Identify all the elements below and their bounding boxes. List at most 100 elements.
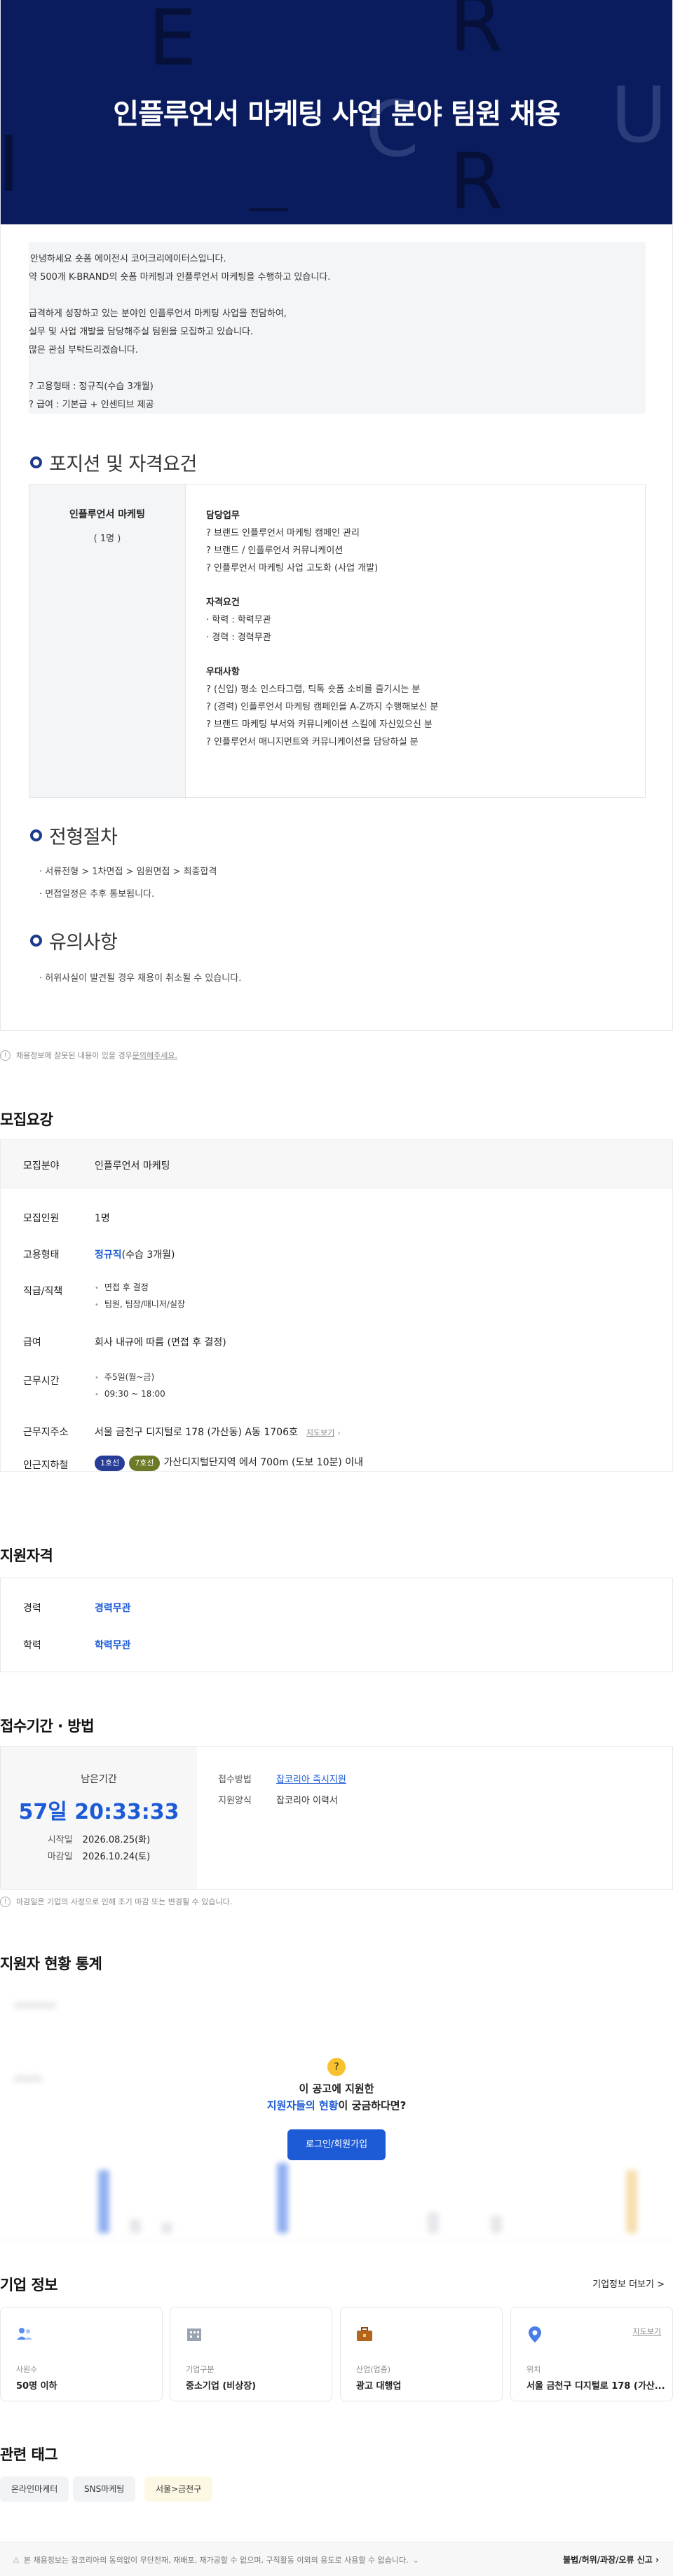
intro-line (29, 360, 646, 378)
login-signup-button[interactable]: 로그인/회원가입 (287, 2129, 386, 2160)
intro-line: 안녕하세요 숏폼 에이전시 코어크리에이터스입니다. (30, 254, 226, 264)
row-value: 인플루언서 마케팅 (95, 1160, 170, 1172)
pref-item: ? 브랜드 마케팅 부서와 커뮤니케이션 스킬에 자신있으신 분 (206, 719, 433, 730)
recruit-detail-table: 모집인원 1명 고용형태 정규직(수습 3개월) 직급/직책 면접 후 결정 팀… (0, 1188, 673, 1472)
apply-method-link[interactable]: 잡코리아 즉시지원 (276, 1772, 346, 1785)
row-label: 모집인원 (23, 1213, 60, 1224)
stats-title: 지원자 현황 통계 (0, 1955, 102, 1972)
chevron-down-icon[interactable]: ⌄ (413, 2556, 419, 2565)
location-pin-icon (529, 2326, 541, 2343)
employment-type-value: 정규직(수습 3개월) (95, 1249, 175, 1261)
chevron-right-icon: › (337, 1428, 341, 1437)
briefcase-icon (357, 2327, 372, 2341)
circle-bullet-icon (30, 456, 42, 468)
company-card-employees: 사원수 50명 이하 (0, 2307, 163, 2401)
recruit-field-row: 모집분야 인플루언서 마케팅 (0, 1139, 673, 1188)
pref-item: ? 인플루언서 매니지먼트와 커뮤니케이션을 담당하실 분 (206, 737, 419, 747)
map-link[interactable]: 지도보기 (306, 1428, 334, 1437)
chevron-right-icon: › (655, 2555, 659, 2565)
row-label: 근무시간 (23, 1376, 60, 1387)
company-card-industry: 산업(업종) 광고 대행업 (340, 2307, 503, 2401)
company-card-type: 기업구분 중소기업 (비상장) (170, 2307, 332, 2401)
company-more-link[interactable]: 기업정보 더보기 > (592, 2277, 665, 2290)
hero-deco-letter: R (449, 0, 503, 69)
intro-line: 많은 관심 부탁드리겠습니다. (29, 345, 138, 355)
section-title-text: 전형절차 (49, 827, 118, 848)
row-label: 인근지하철 (23, 1460, 69, 1471)
apply-table: 남은기간 57일 20:33:33 시작일 2026.08.25(화) 마감일 20… (0, 1746, 673, 1890)
row-value: 잡코리아 이력서 (276, 1796, 338, 1806)
recruit-title: 모집요강 (0, 1111, 53, 1128)
info-icon: ! (0, 1896, 11, 1907)
stats-login-prompt: ? 이 공고에 지원한 지원자들의 현황이 궁금하다면? 로그인/회원가입 (231, 2058, 442, 2160)
start-date: 시작일 2026.08.25(화) (47, 1835, 151, 1845)
remaining-time-panel: 남은기간 57일 20:33:33 시작일 2026.08.25(화) 마감일 20… (1, 1747, 197, 1889)
position-count: ( 1명 ) (93, 534, 121, 544)
work-time-value: 주5일(월~금) 09:30 ~ 18:00 (95, 1369, 165, 1402)
copyright-bar: ⚠ 본 채용정보는 잡코리아의 동의없이 무단전재, 재배포, 재가공할 수 없으… (0, 2542, 673, 2576)
duty-item: ? 브랜드 / 인플루언서 커뮤니케이션 (206, 545, 344, 556)
process-line: · 면접일정은 추후 통보됩니다. (39, 889, 155, 900)
company-card-location: 지도보기 위치 서울 금천구 디지털로 178 (가산... (510, 2307, 673, 2401)
tag-chip[interactable]: SNS마케팅 (73, 2476, 136, 2502)
subway-line-badge: 7호선 (129, 1456, 160, 1471)
row-label: 고용형태 (23, 1249, 60, 1261)
map-link[interactable]: 지도보기 (633, 2326, 661, 2337)
hero-deco-letter: E (148, 0, 197, 83)
report-link[interactable]: 불법/허위/과장/오류 신고 › (563, 2554, 659, 2565)
copyright-notice: ⚠ 본 채용정보는 잡코리아의 동의없이 무단전재, 재배포, 재가공할 수 없으… (13, 2556, 419, 2565)
pref-item: ? (경력) 인플루언서 마케팅 캠페인을 A-Z까지 수행해보신 분 (206, 702, 439, 712)
tag-chip[interactable]: 서울>금천구 (144, 2476, 213, 2502)
page: E R C I R U 인플루언서 마케팅 사업 분야 팀원 채용 안녕하세요 … (0, 0, 673, 2576)
intro-line: 급격하게 성장하고 있는 분야인 인플루언서 마케팅 사업을 전담하여, (29, 309, 287, 319)
hero-banner: E R C I R U 인플루언서 마케팅 사업 분야 팀원 채용 (1, 0, 672, 224)
hero-deco-bar (250, 208, 288, 211)
thinking-face-icon: ? (327, 2058, 346, 2076)
caution-line: · 허위사실이 발견될 경우 채용이 취소될 수 있습니다. (39, 973, 242, 984)
prompt-line: 지원자들의 현황이 궁금하다면? (266, 2099, 407, 2112)
remaining-label: 남은기간 (81, 1774, 117, 1785)
pref-item: ? (신입) 평소 인스타그램, 틱톡 숏폼 소비를 즐기시는 분 (206, 684, 421, 695)
qual-item: · 경력 : 경력무관 (206, 632, 271, 643)
info-icon: ! (0, 1050, 11, 1061)
intro-line: ? 고용형태 : 정규직(수습 3개월) (29, 381, 154, 392)
position-name: 인플루언서 마케팅 (69, 509, 145, 520)
section-title-text: 유의사항 (49, 932, 118, 954)
row-label: 경력 (23, 1603, 41, 1614)
row-label: 접수방법 (218, 1775, 252, 1785)
intro-line: 약 500개 K-BRAND의 숏폼 마케팅과 인플루언서 마케팅을 수행하고 … (29, 272, 331, 283)
countdown: 57일 20:33:33 (18, 1800, 179, 1824)
tag-chip[interactable]: 온라인마케터 (0, 2476, 69, 2502)
qual-item: · 학력 : 학력무관 (206, 615, 271, 625)
row-label: 직급/직책 (23, 1286, 63, 1297)
job-description-card: E R C I R U 인플루언서 마케팅 사업 분야 팀원 채용 안녕하세요 … (0, 0, 673, 1031)
inquiry-link[interactable]: 문의해주세요. (132, 1050, 177, 1061)
stats-panel: ? 이 공고에 지원한 지원자들의 현황이 궁금하다면? 로그인/회원가입 (0, 1988, 673, 2268)
section-title-position: 포지션 및 자격요건 (30, 449, 197, 476)
row-label: 급여 (23, 1337, 41, 1348)
row-value: 학력무관 (95, 1640, 131, 1651)
row-value: 회사 내규에 따름 (면접 후 결정) (95, 1337, 226, 1348)
tags-title: 관련 태그 (0, 2446, 58, 2463)
section-title-caution: 유의사항 (30, 927, 118, 954)
row-label: 학력 (23, 1640, 41, 1651)
circle-bullet-icon (30, 935, 42, 947)
hero-deco-letter: R (449, 137, 503, 224)
company-title: 기업 정보 (0, 2277, 58, 2293)
row-label: 모집분야 (23, 1160, 60, 1172)
circle-bullet-icon (30, 829, 42, 841)
subway-line-badge: 1호선 (95, 1456, 125, 1471)
rank-value: 면접 후 결정 팀원, 팀장/매니저/실장 (95, 1279, 185, 1313)
duty-title: 담당업무 (206, 510, 240, 521)
row-label: 지원양식 (218, 1796, 252, 1806)
qualification-title: 지원자격 (0, 1547, 53, 1564)
prompt-line: 이 공고에 지원한 (299, 2082, 374, 2095)
subway-value: 1호선 7호선 가산디지털단지역 에서 700m (도보 10분) 이내 (95, 1455, 363, 1471)
position-name-cell: 인플루언서 마케팅 ( 1명 ) (29, 484, 186, 797)
position-detail-cell: 담당업무 ? 브랜드 인플루언서 마케팅 캠페인 관리 ? 브랜드 / 인플루언… (206, 507, 438, 751)
warning-icon: ⚠ (13, 2556, 20, 2565)
error-report-notice: ! 채용정보에 잘못된 내용이 있을 경우 문의해주세요. (0, 1050, 177, 1061)
row-value: 경력무관 (95, 1603, 131, 1614)
qualification-table: 경력 경력무관 학력 학력무관 (0, 1578, 673, 1672)
intro-line (29, 287, 646, 305)
